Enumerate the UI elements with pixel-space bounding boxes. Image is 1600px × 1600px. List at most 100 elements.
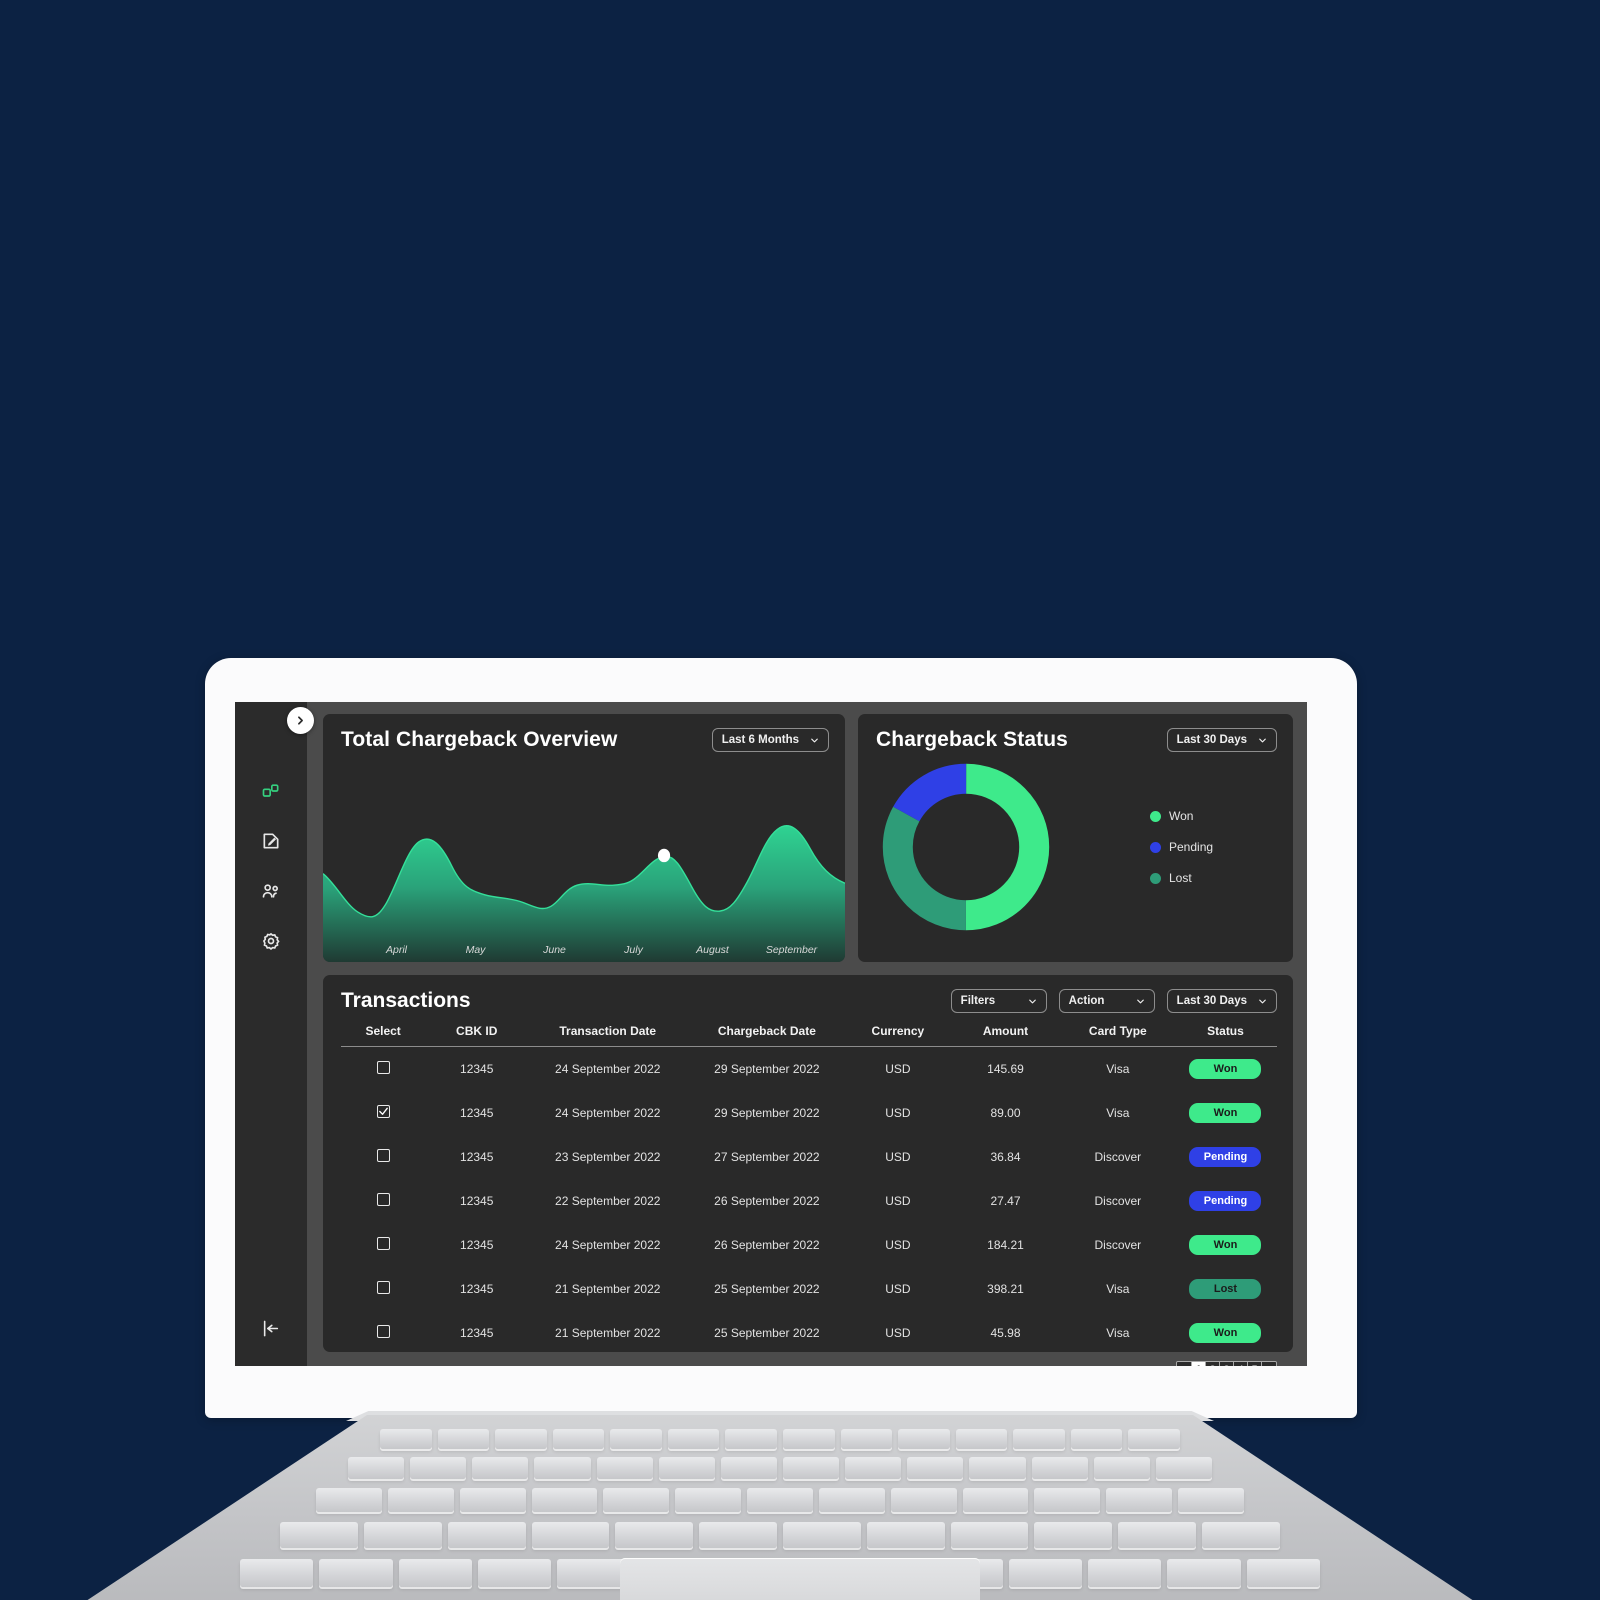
- status-card: Chargeback Status Last 30 Days Won Pendi…: [858, 714, 1293, 962]
- cell-transaction-date: 24 September 2022: [555, 1105, 661, 1120]
- keyboard-key: [962, 1488, 1029, 1512]
- cell-currency: USD: [885, 1237, 911, 1252]
- sidebar-item-dashboard[interactable]: [254, 774, 288, 808]
- overview-range-select[interactable]: Last 6 Months: [711, 728, 829, 752]
- pagination: 12345: [341, 1355, 1277, 1366]
- table-row: 12345 22 September 2022 26 September 2022 U…: [341, 1179, 1277, 1223]
- keyboard-row: [316, 1488, 1244, 1512]
- cell-card-type: Discover: [1094, 1237, 1142, 1252]
- filters-select[interactable]: Filters: [950, 989, 1047, 1013]
- app-root: Total Chargeback Overview Last 6 Months: [235, 702, 1307, 1366]
- chargeback-status-donut: [868, 757, 1064, 937]
- chevron-down-icon: [1028, 999, 1036, 1003]
- trackpad: [620, 1558, 980, 1600]
- chart-highlight-marker: [657, 848, 671, 863]
- row-select-checkbox[interactable]: [376, 1148, 390, 1162]
- keyboard-key: [379, 1429, 432, 1449]
- keyboard-key: [459, 1488, 526, 1512]
- keyboard-key: [1155, 1457, 1212, 1479]
- top-cards-row: Total Chargeback Overview Last 6 Months: [323, 714, 1293, 962]
- chevron-right-icon: [298, 716, 303, 725]
- cell-card-type: Visa: [1106, 1281, 1130, 1296]
- keyboard-key: [1070, 1429, 1123, 1449]
- keyboard-key: [1034, 1522, 1113, 1548]
- row-select-checkbox[interactable]: [376, 1105, 390, 1118]
- table-header-row: Select CBK ID Transaction Date Chargebac…: [341, 1024, 1277, 1047]
- column-header-card-type: Card Type: [1061, 1024, 1174, 1047]
- action-select-value: Action: [1068, 995, 1105, 1007]
- cell-amount: 45.98: [990, 1325, 1021, 1340]
- keyboard-key: [1167, 1559, 1241, 1587]
- sidebar-item-settings[interactable]: [254, 924, 288, 958]
- cell-card-type: Discover: [1094, 1149, 1142, 1164]
- keyboard-key: [495, 1429, 547, 1449]
- pagination-prev[interactable]: [1177, 1361, 1192, 1366]
- pagination-page-3[interactable]: 3: [1220, 1361, 1234, 1366]
- table-row: 12345 24 September 2022 26 September 2022 U…: [341, 1223, 1277, 1267]
- legend-item-lost: Lost: [1150, 871, 1279, 885]
- keyboard-key: [667, 1429, 720, 1449]
- keyboard-key: [840, 1429, 893, 1449]
- row-select-checkbox[interactable]: [376, 1280, 390, 1294]
- cell-amount: 398.21: [987, 1281, 1024, 1296]
- transactions-range-select[interactable]: Last 30 Days: [1166, 989, 1277, 1013]
- row-select-checkbox[interactable]: [376, 1236, 390, 1250]
- cell-status: Pending: [1174, 1135, 1277, 1179]
- chevron-down-icon: [1259, 738, 1266, 742]
- keyboard-key: [387, 1488, 454, 1512]
- transactions-table-head: Select CBK ID Transaction Date Chargebac…: [341, 1024, 1277, 1047]
- cell-card-type: Visa: [1106, 1061, 1130, 1076]
- axis-tick: May: [465, 944, 486, 956]
- sidebar-item-team[interactable]: [254, 874, 288, 908]
- pagination-page-5[interactable]: 5: [1248, 1361, 1262, 1366]
- column-header-cb-date: Chargeback Date: [687, 1024, 847, 1047]
- cell-cbk-id: 12345: [460, 1281, 494, 1296]
- chevron-down-icon: [1136, 999, 1144, 1003]
- overview-range-value: Last 6 Months: [721, 734, 799, 746]
- row-select-checkbox[interactable]: [376, 1192, 390, 1206]
- keyboard-key: [531, 1488, 598, 1512]
- cell-transaction-date: 21 September 2022: [555, 1325, 661, 1340]
- cell-currency: USD: [885, 1281, 911, 1296]
- sidebar-toggle-button[interactable]: [287, 707, 314, 734]
- cell-cbk-id: 12345: [460, 1149, 494, 1164]
- status-badge: Won: [1189, 1322, 1262, 1343]
- cell-card-type: Discover: [1094, 1193, 1142, 1208]
- table-row: 12345 21 September 2022 25 September 2022 U…: [341, 1267, 1277, 1311]
- pagination-page-1[interactable]: 1: [1192, 1361, 1206, 1366]
- keyboard-key: [898, 1429, 950, 1449]
- status-legend: Won Pending Lost: [1064, 809, 1279, 885]
- column-header-amount: Amount: [949, 1024, 1062, 1047]
- keyboard-key: [398, 1559, 472, 1587]
- sidebar-item-logout[interactable]: [262, 1319, 281, 1338]
- cell-cbk-id: 12345: [460, 1237, 494, 1252]
- cell-transaction-date: 24 September 2022: [555, 1061, 661, 1076]
- cell-status: Won: [1174, 1091, 1277, 1135]
- row-select-checkbox[interactable]: [376, 1324, 390, 1338]
- keyboard-key: [907, 1457, 964, 1479]
- keyboard-key: [675, 1488, 742, 1512]
- column-header-cbk-id: CBK ID: [425, 1024, 529, 1047]
- sidebar-item-disputes[interactable]: [254, 824, 288, 858]
- cell-amount: 184.21: [987, 1237, 1024, 1252]
- action-select[interactable]: Action: [1058, 989, 1155, 1013]
- transactions-table-body: 12345 24 September 2022 29 September 2022 U…: [341, 1047, 1277, 1355]
- cell-cbk-id: 12345: [460, 1061, 494, 1076]
- legend-label-won: Won: [1169, 809, 1194, 823]
- chargeback-area-chart: [323, 770, 845, 962]
- keyboard-key: [783, 1429, 835, 1449]
- cell-cbk-id: 12345: [460, 1325, 494, 1340]
- pagination-page-4[interactable]: 4: [1234, 1361, 1248, 1366]
- gear-icon: [262, 932, 280, 950]
- row-select-checkbox[interactable]: [376, 1060, 390, 1074]
- keyboard-row: [280, 1522, 1280, 1548]
- pagination-page-2[interactable]: 2: [1206, 1361, 1220, 1366]
- laptop-screen: Total Chargeback Overview Last 6 Months: [235, 702, 1307, 1366]
- axis-tick: July: [624, 944, 643, 956]
- cell-status: Won: [1174, 1047, 1277, 1091]
- status-range-select[interactable]: Last 30 Days: [1166, 728, 1277, 752]
- keyboard-key: [447, 1522, 526, 1548]
- dashboard-icon: [262, 784, 279, 797]
- legend-dot-won: [1150, 810, 1161, 822]
- pagination-next[interactable]: [1262, 1361, 1276, 1366]
